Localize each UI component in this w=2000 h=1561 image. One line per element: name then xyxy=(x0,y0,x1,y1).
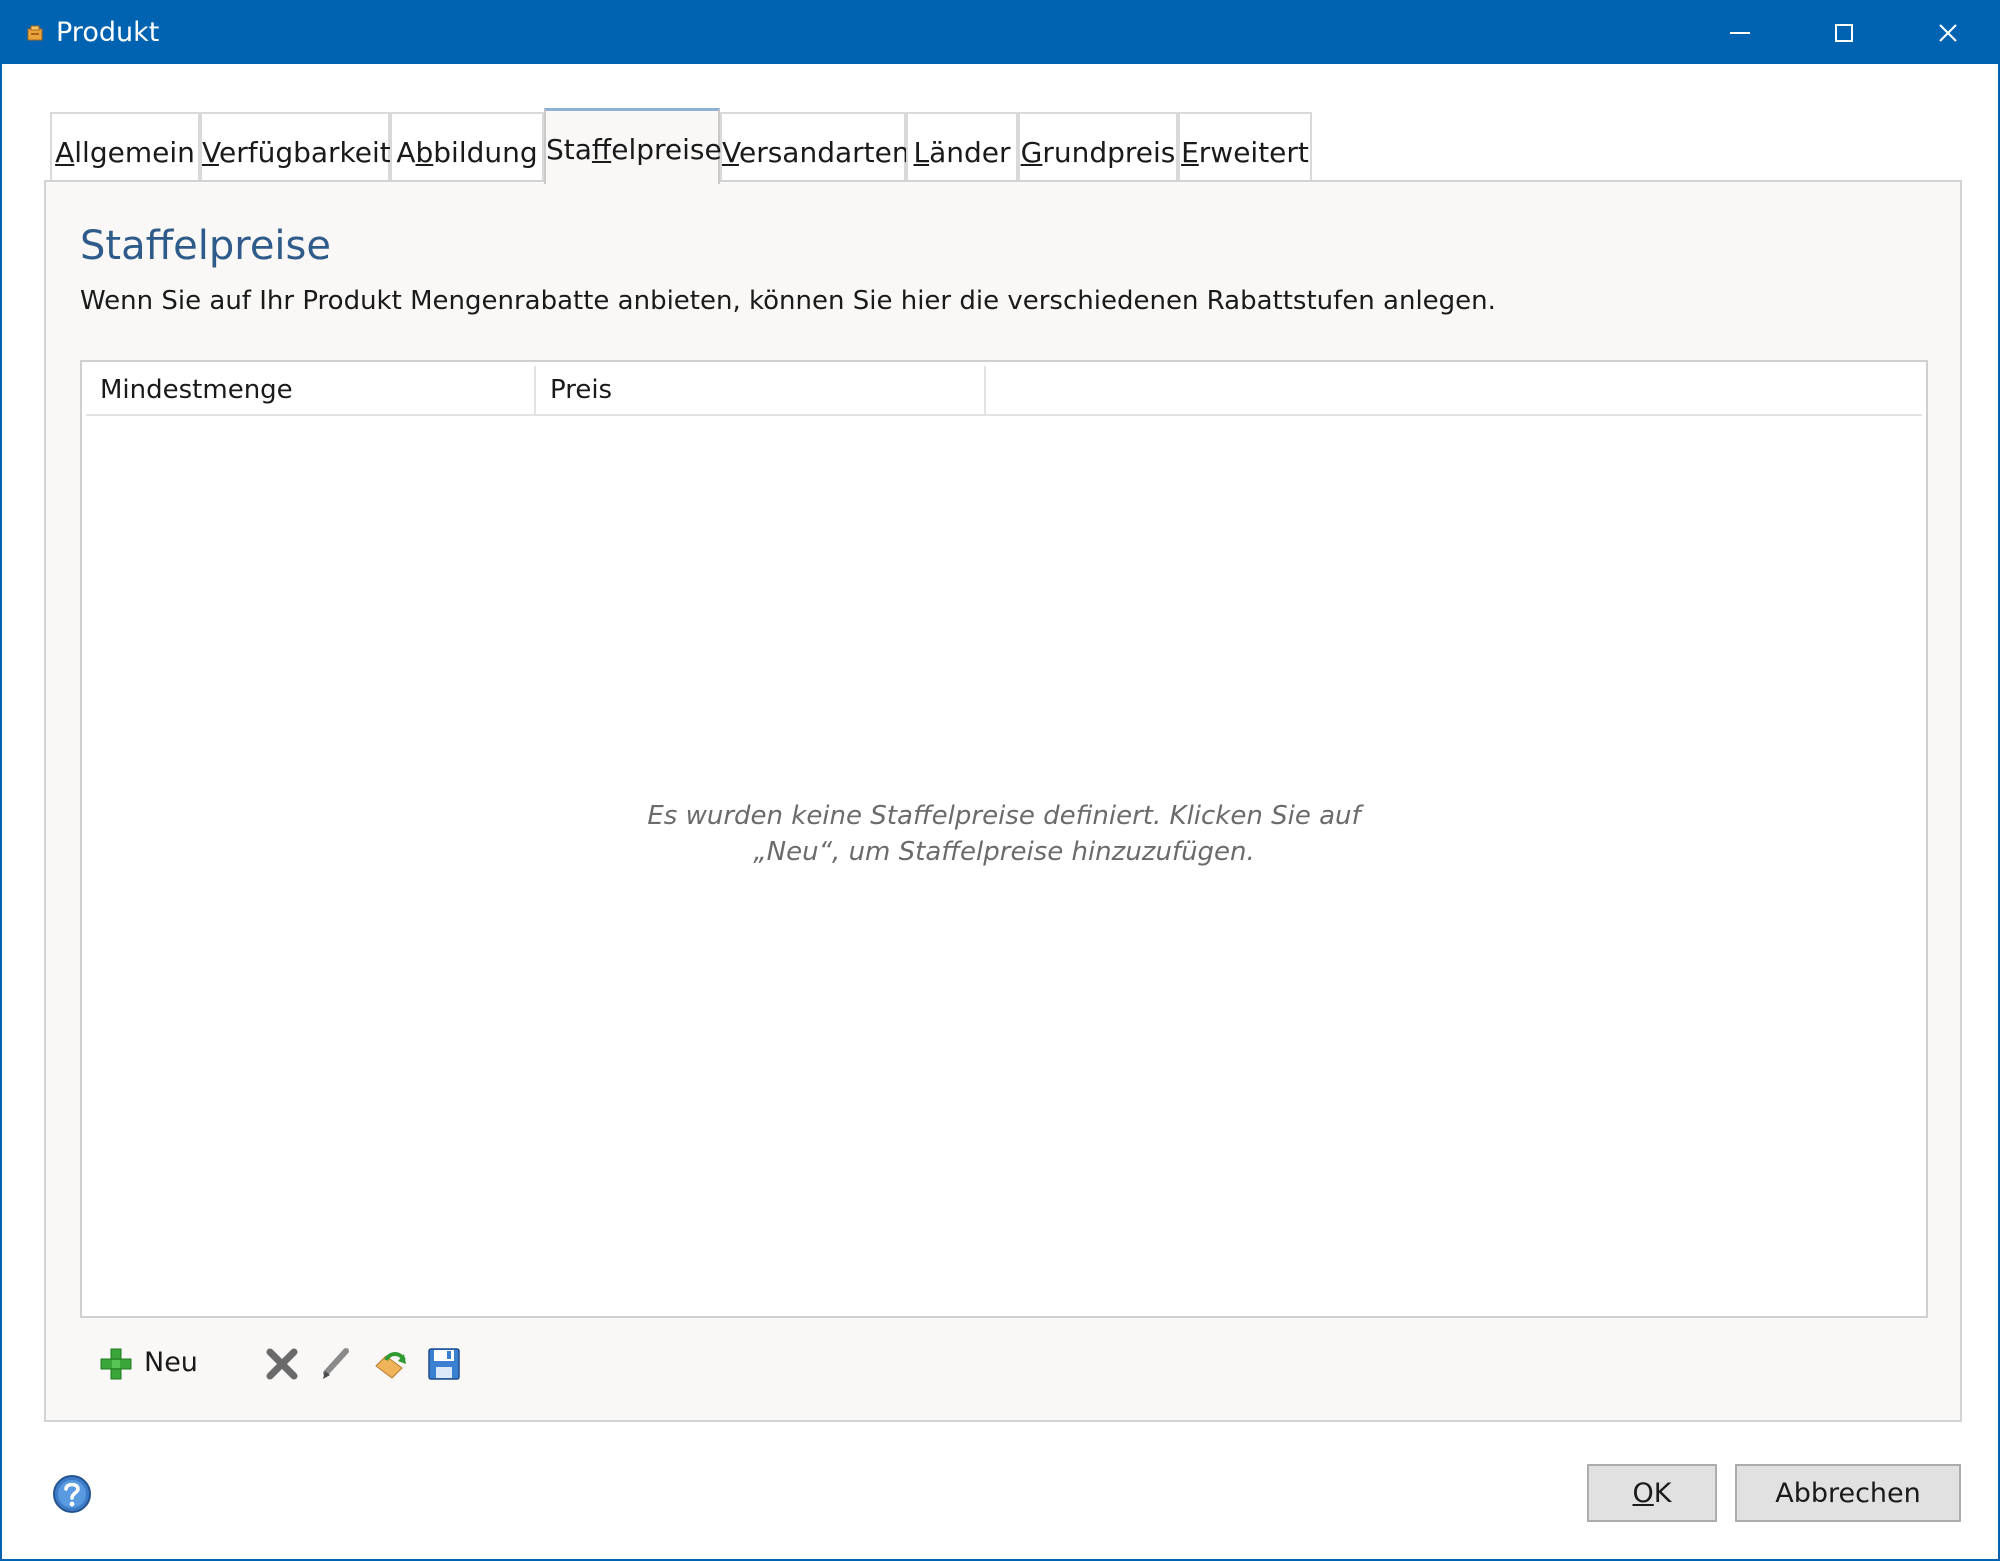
tab-staffelpreise[interactable]: Staffelpreise xyxy=(544,108,722,184)
tab-label-post: bildung xyxy=(433,136,538,169)
add-icon xyxy=(100,1348,132,1380)
close-button[interactable] xyxy=(1896,2,2000,64)
save-button[interactable] xyxy=(424,1340,464,1386)
tab-label-post: rweitert xyxy=(1198,136,1309,169)
tab-access-key: V xyxy=(722,136,739,169)
tab-access-key: E xyxy=(1181,136,1199,169)
tab-label-post: rundpreis xyxy=(1042,136,1176,169)
tab-versandarten[interactable]: Versandarten xyxy=(720,112,910,182)
section-title: Staffelpreise xyxy=(80,223,331,269)
product-dialog: Produkt Allgemein Verfügbarkeit Abbildun… xyxy=(0,0,2000,1561)
tab-erweitert[interactable]: Erweitert xyxy=(1178,112,1312,182)
new-button-label: Neu xyxy=(144,1347,198,1378)
undo-button[interactable] xyxy=(370,1340,410,1386)
tab-abbildung[interactable]: Abbildung xyxy=(390,112,544,182)
ok-access-key: O xyxy=(1632,1478,1654,1509)
empty-state-line-2: „Neu“, um Staffelpreise hinzuzufügen. xyxy=(753,837,1255,867)
tab-panel-staffelpreise: Staffelpreise Wenn Sie auf Ihr Produkt M… xyxy=(44,180,1962,1422)
tab-verfuegbarkeit[interactable]: Verfügbarkeit xyxy=(200,112,391,182)
column-header-preis[interactable]: Preis xyxy=(536,366,986,414)
undo-icon xyxy=(375,1352,406,1379)
tab-label-post: erfügbarkeit xyxy=(218,136,391,169)
empty-state-line-1: Es wurden keine Staffelpreise definiert.… xyxy=(647,801,1361,831)
edit-icon xyxy=(323,1348,349,1379)
tab-label-post: ersandarten xyxy=(738,136,910,169)
ok-button[interactable]: OK xyxy=(1587,1464,1717,1522)
app-icon xyxy=(27,25,43,41)
tier-price-table[interactable]: Mindestmenge Preis Es wurden keine Staff… xyxy=(80,360,1928,1318)
tab-label-post: felpreise xyxy=(611,133,722,166)
close-icon xyxy=(1939,24,1957,42)
empty-state-message: Es wurden keine Staffelpreise definiert.… xyxy=(82,798,1926,870)
new-button[interactable]: Neu xyxy=(96,1340,206,1386)
maximize-button[interactable] xyxy=(1792,2,1896,64)
tab-label-pre: Sta xyxy=(546,133,592,166)
tab-access-key: f xyxy=(591,133,612,166)
window-title: Produkt xyxy=(56,17,160,48)
help-icon[interactable] xyxy=(52,1474,92,1514)
tab-label-post: llgemein xyxy=(74,136,195,169)
minimize-button[interactable] xyxy=(1688,2,1792,64)
save-icon xyxy=(428,1348,460,1380)
maximize-icon xyxy=(1835,24,1853,42)
minimize-icon xyxy=(1730,32,1750,34)
tab-access-key: G xyxy=(1020,136,1043,169)
delete-button[interactable] xyxy=(262,1340,302,1386)
table-header: Mindestmenge Preis xyxy=(86,366,1922,416)
tab-access-key: b xyxy=(415,136,434,169)
tab-access-key: A xyxy=(55,136,75,169)
tab-access-key: L xyxy=(913,136,930,169)
section-description: Wenn Sie auf Ihr Produkt Mengenrabatte a… xyxy=(80,286,1496,316)
delete-icon xyxy=(266,1348,298,1380)
title-bar[interactable]: Produkt xyxy=(2,2,1998,64)
column-header-mindestmenge[interactable]: Mindestmenge xyxy=(86,366,536,414)
tab-laender[interactable]: Länder xyxy=(906,112,1018,182)
ok-label-rest: K xyxy=(1653,1478,1672,1509)
tab-allgemein[interactable]: Allgemein xyxy=(50,112,200,182)
column-header-filler xyxy=(986,366,1922,414)
tab-label-pre: A xyxy=(396,136,416,169)
cancel-button[interactable]: Abbrechen xyxy=(1735,1464,1961,1522)
tab-grundpreis[interactable]: Grundpreis xyxy=(1018,112,1178,182)
edit-button[interactable] xyxy=(316,1340,356,1386)
tab-label-post: änder xyxy=(929,136,1011,169)
tab-access-key: V xyxy=(202,136,219,169)
